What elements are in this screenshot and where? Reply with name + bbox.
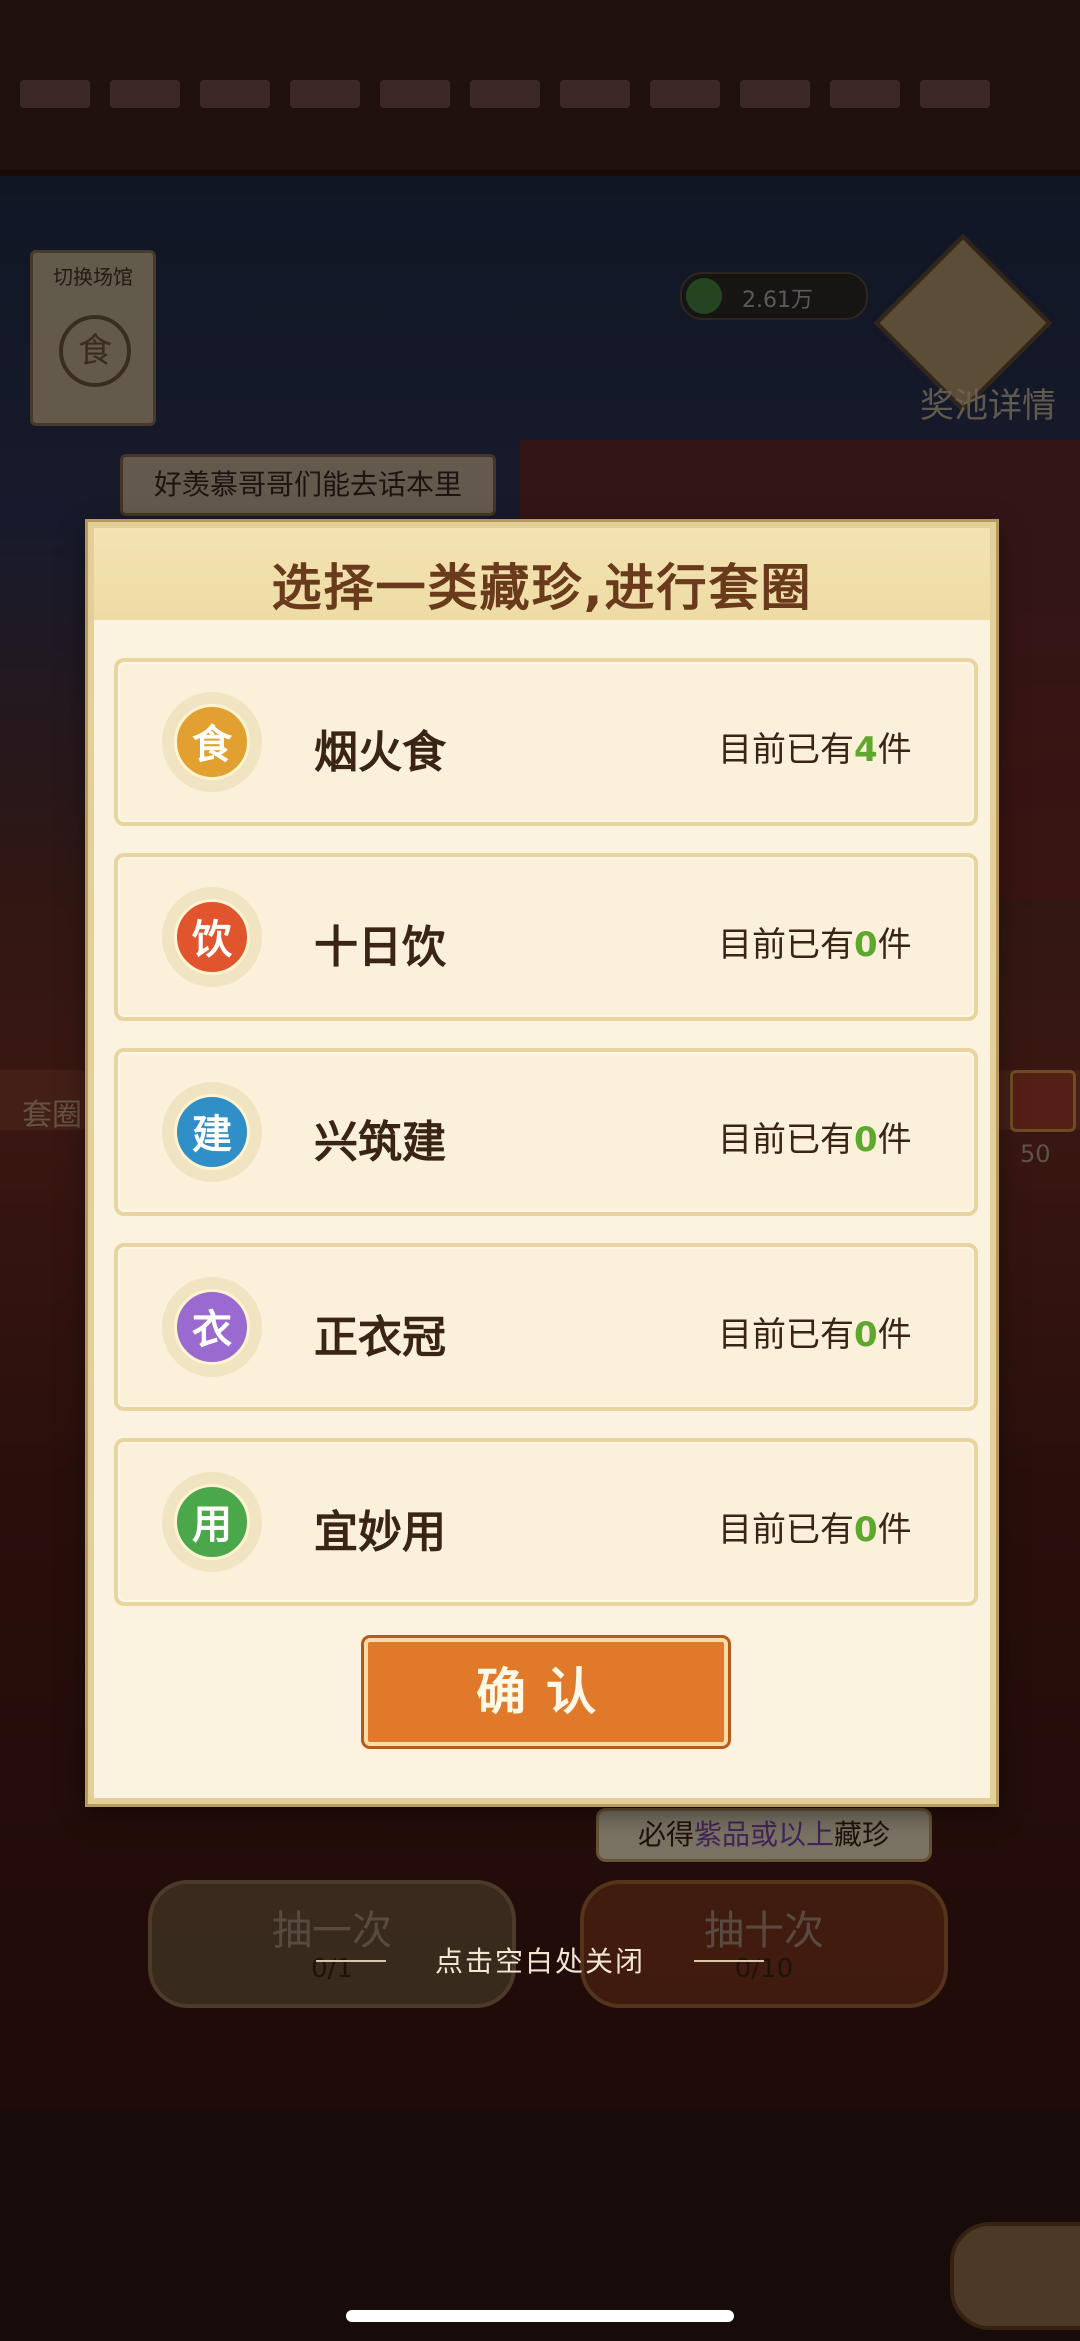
category-name: 十日饮 xyxy=(314,922,446,973)
category-count: 目前已有4件 xyxy=(718,730,912,770)
dialog-header: 选择一类藏珍,进行套圈 xyxy=(94,528,990,620)
confirm-button[interactable]: 确认 xyxy=(364,1638,728,1746)
category-name: 兴筑建 xyxy=(314,1117,446,1168)
use-category-icon: 用 xyxy=(162,1472,262,1572)
category-option-clothing[interactable]: 衣 正衣冠 目前已有0件 xyxy=(114,1243,978,1411)
category-option-build[interactable]: 建 兴筑建 目前已有0件 xyxy=(114,1048,978,1216)
category-count: 目前已有0件 xyxy=(718,925,912,965)
category-option-drink[interactable]: 饮 十日饮 目前已有0件 xyxy=(114,853,978,1021)
home-indicator[interactable] xyxy=(346,2310,734,2322)
drink-category-icon: 饮 xyxy=(162,887,262,987)
category-name: 宜妙用 xyxy=(314,1507,446,1558)
category-select-dialog: 选择一类藏珍,进行套圈 食 烟火食 目前已有4件 饮 十日饮 目前已有0件 建 … xyxy=(88,522,996,1804)
category-count: 目前已有0件 xyxy=(718,1315,912,1355)
category-count: 目前已有0件 xyxy=(718,1510,912,1550)
dialog-title: 选择一类藏珍,进行套圈 xyxy=(271,559,813,617)
category-option-use[interactable]: 用 宜妙用 目前已有0件 xyxy=(114,1438,978,1606)
close-hint: 点击空白处关闭 xyxy=(316,1940,764,1980)
category-name: 正衣冠 xyxy=(314,1312,446,1363)
category-count: 目前已有0件 xyxy=(718,1120,912,1160)
build-category-icon: 建 xyxy=(162,1082,262,1182)
category-name: 烟火食 xyxy=(314,727,446,778)
food-category-icon: 食 xyxy=(162,692,262,792)
clothing-category-icon: 衣 xyxy=(162,1277,262,1377)
confirm-label: 确认 xyxy=(476,1663,616,1721)
category-option-food[interactable]: 食 烟火食 目前已有4件 xyxy=(114,658,978,826)
